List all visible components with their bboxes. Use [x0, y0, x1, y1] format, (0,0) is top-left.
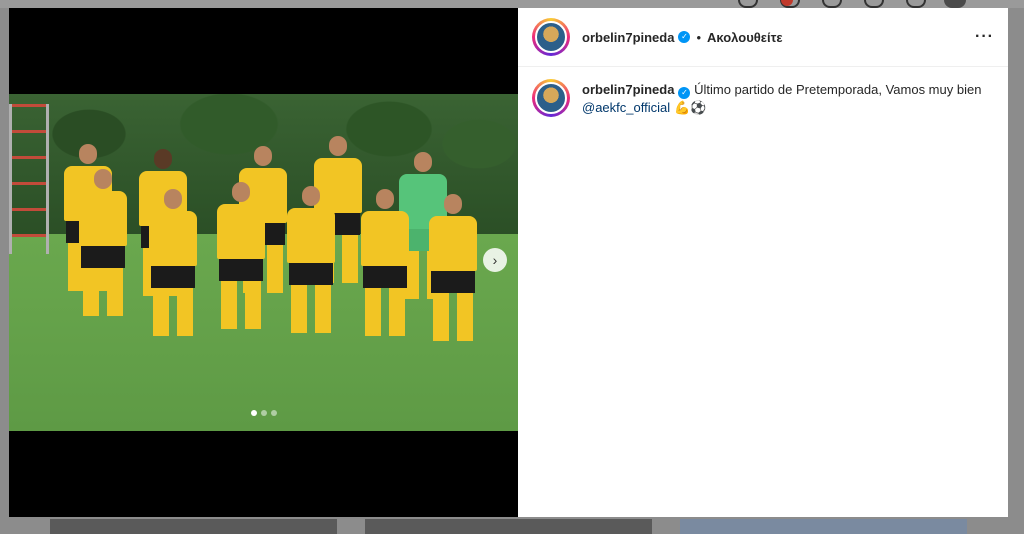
grid-thumbnail — [680, 519, 967, 534]
background-grid — [0, 519, 1024, 534]
carousel-indicator — [9, 410, 518, 420]
more-horizontal-icon: ··· — [975, 28, 994, 45]
heart-icon — [906, 0, 926, 8]
player-figure — [361, 189, 409, 336]
carousel-dot — [260, 410, 267, 416]
following-button[interactable]: Ακολουθείτε — [707, 30, 783, 45]
post-media: › — [9, 8, 518, 517]
explore-icon — [864, 0, 884, 8]
caption-mention-link[interactable]: @aekfc_official — [582, 100, 670, 115]
caption-author-avatar[interactable] — [532, 79, 570, 117]
player-figure — [217, 182, 265, 329]
caption-body: orbelin7pineda ✓ Último partido de Pretem… — [582, 79, 982, 117]
player-figure — [429, 194, 477, 341]
instagram-logo — [48, 0, 108, 8]
photo-scaffold — [9, 104, 49, 254]
caption-text: Último partido de Pretemporada, Vamos mu… — [694, 82, 982, 97]
verified-badge-icon: ✓ — [678, 87, 691, 99]
chevron-right-icon: › — [492, 252, 498, 268]
carousel-dot — [250, 410, 257, 416]
carousel-next-button[interactable]: › — [483, 248, 507, 272]
caption-comment: orbelin7pineda ✓ Último partido de Pretem… — [518, 67, 1008, 129]
create-icon — [822, 0, 842, 8]
player-figure — [287, 186, 335, 333]
more-options-button[interactable]: ··· — [975, 28, 994, 46]
author-username[interactable]: orbelin7pineda — [582, 30, 674, 45]
grid-thumbnail — [365, 519, 652, 534]
player-figure — [79, 169, 127, 316]
header-separator: • — [696, 29, 702, 45]
home-icon — [738, 0, 758, 8]
grid-thumbnail — [50, 519, 337, 534]
player-figure — [149, 189, 197, 336]
caption-emojis: 💪⚽ — [674, 100, 707, 115]
caption-username[interactable]: orbelin7pineda — [582, 82, 674, 97]
carousel-dot — [270, 410, 277, 416]
post-photo-team[interactable] — [9, 94, 518, 431]
post-modal: › orbelin7pineda ✓ • Ακολουθείτε ··· orb… — [9, 8, 1008, 517]
verified-badge-icon: ✓ — [678, 31, 691, 43]
background-nav-icons — [738, 0, 926, 8]
post-side-panel: orbelin7pineda ✓ • Ακολουθείτε ··· orbel… — [518, 8, 1008, 517]
post-header: orbelin7pineda ✓ • Ακολουθείτε ··· — [518, 8, 1008, 67]
author-avatar[interactable] — [532, 18, 570, 56]
